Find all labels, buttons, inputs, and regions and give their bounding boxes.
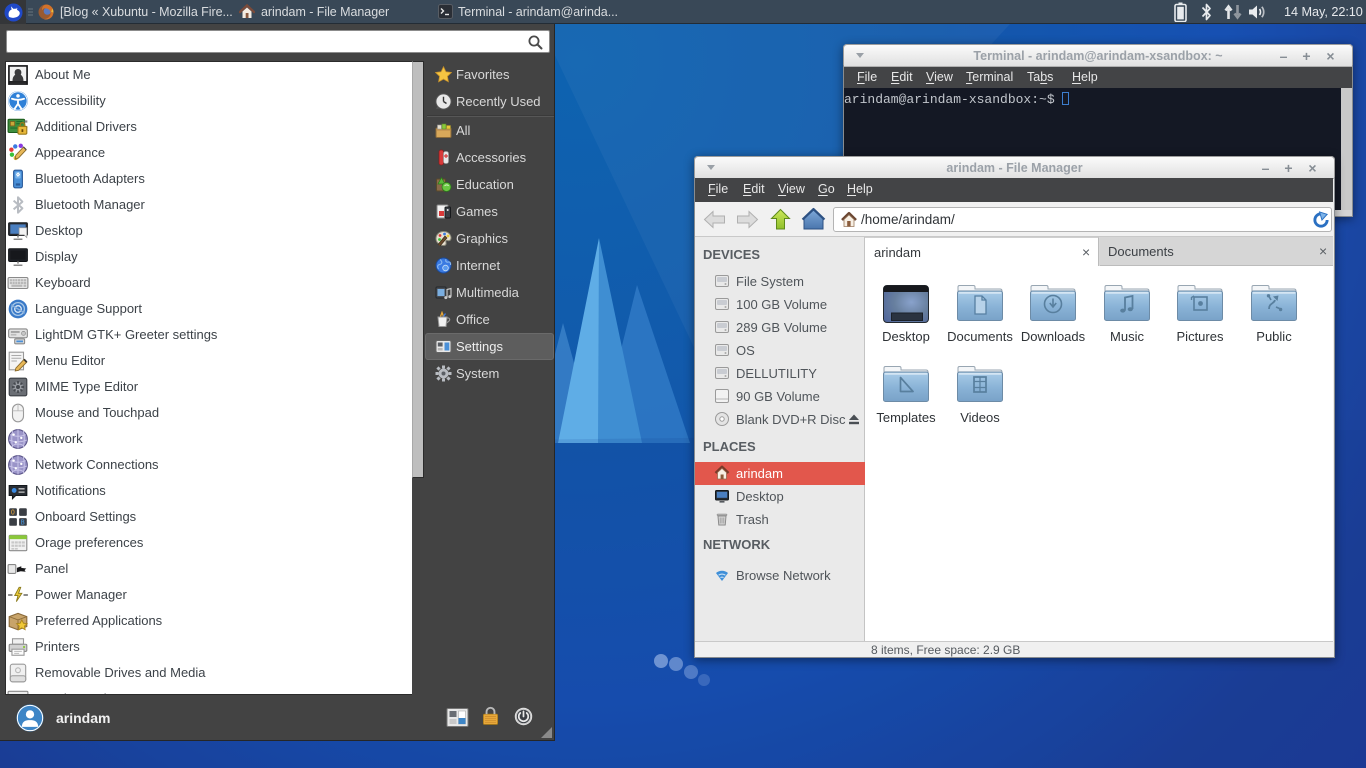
svg-text:B: B	[21, 518, 25, 526]
svg-text:O: O	[11, 509, 15, 517]
